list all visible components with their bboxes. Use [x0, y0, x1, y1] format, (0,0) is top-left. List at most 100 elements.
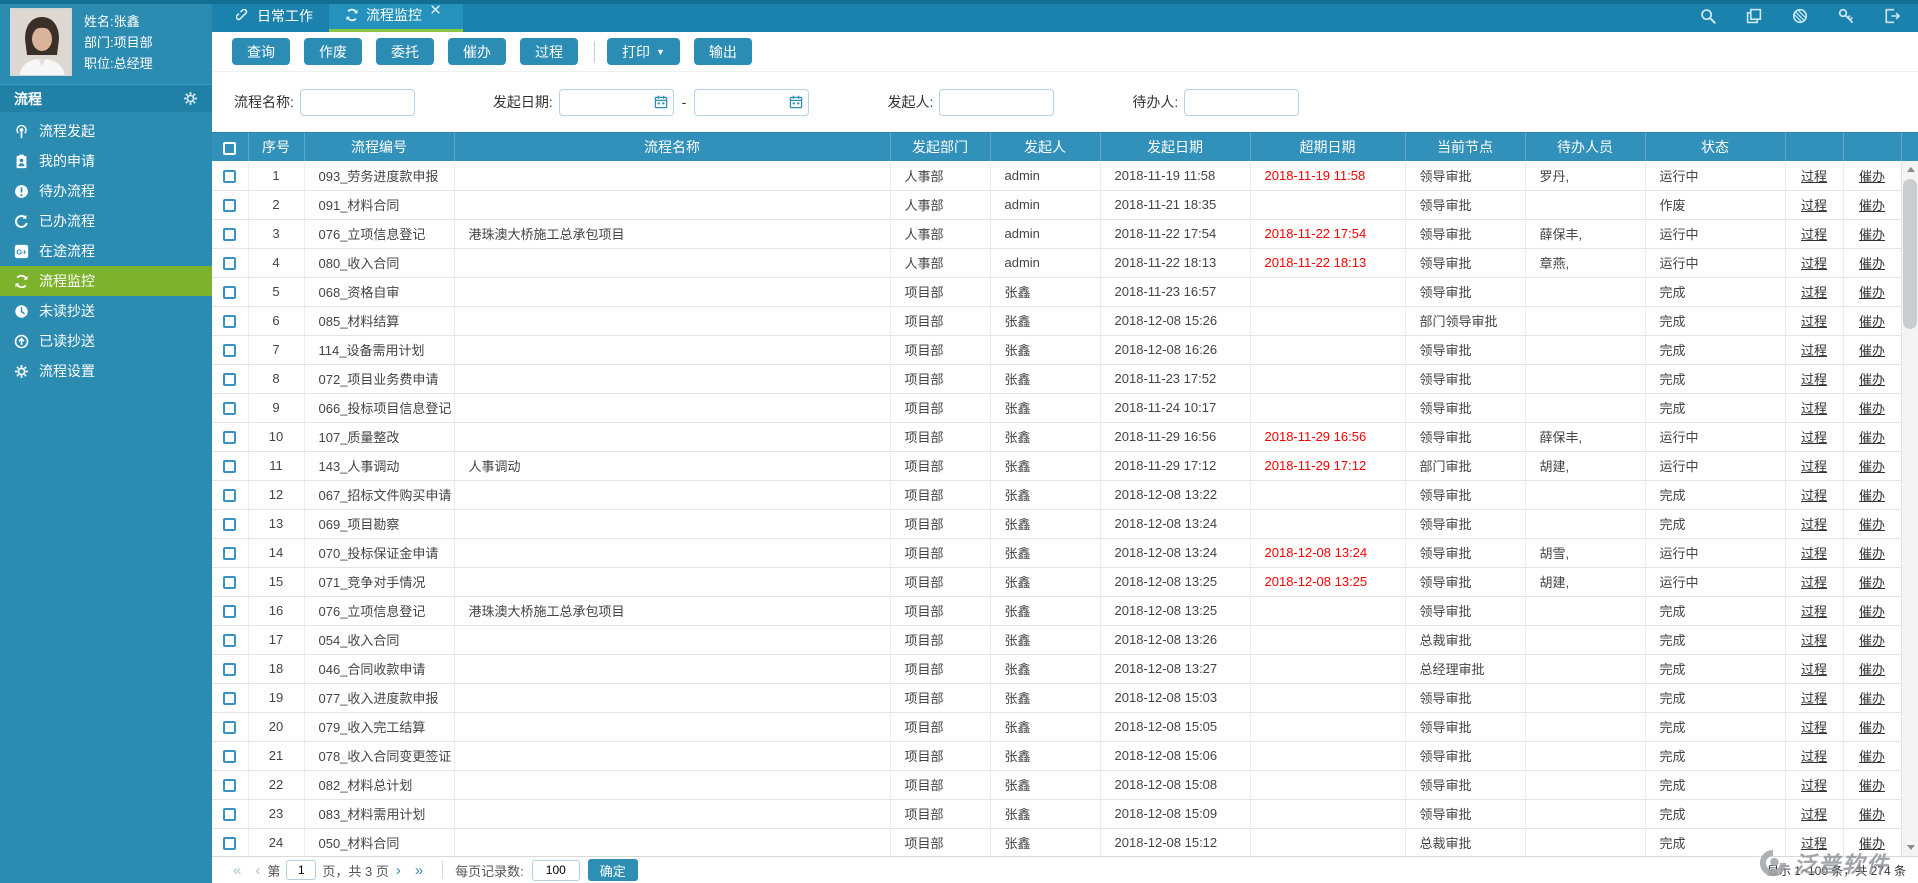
- process-link[interactable]: 过程: [1801, 662, 1827, 677]
- logout-icon[interactable]: [1884, 8, 1900, 24]
- confirm-button[interactable]: 确定: [588, 859, 638, 881]
- row-checkbox[interactable]: [223, 721, 236, 734]
- row-checkbox[interactable]: [223, 576, 236, 589]
- process-link[interactable]: 过程: [1801, 488, 1827, 503]
- row-checkbox[interactable]: [223, 489, 236, 502]
- sidebar-item-7[interactable]: 未读抄送: [0, 296, 212, 326]
- assignee-input[interactable]: [1184, 89, 1299, 116]
- row-checkbox[interactable]: [223, 199, 236, 212]
- process-link[interactable]: 过程: [1801, 546, 1827, 561]
- row-checkbox[interactable]: [223, 257, 236, 270]
- urge-link[interactable]: 催办: [1859, 343, 1885, 358]
- process-link[interactable]: 过程: [1801, 691, 1827, 706]
- row-checkbox[interactable]: [223, 315, 236, 328]
- process-link[interactable]: 过程: [1801, 256, 1827, 271]
- process-link[interactable]: 过程: [1801, 285, 1827, 300]
- row-checkbox[interactable]: [223, 170, 236, 183]
- sidebar-item-6[interactable]: 流程监控: [0, 266, 212, 296]
- start-date-to-input[interactable]: [694, 89, 809, 116]
- print-button[interactable]: 打印 ▼: [607, 38, 680, 65]
- process-link[interactable]: 过程: [1801, 314, 1827, 329]
- row-checkbox[interactable]: [223, 402, 236, 415]
- urge-link[interactable]: 催办: [1859, 720, 1885, 735]
- urge-link[interactable]: 催办: [1859, 778, 1885, 793]
- urge-link[interactable]: 催办: [1859, 488, 1885, 503]
- toolbar-button-2[interactable]: 作废: [304, 38, 362, 65]
- sidebar-item-9[interactable]: 流程设置: [0, 356, 212, 386]
- urge-link[interactable]: 催办: [1859, 517, 1885, 532]
- first-page-button[interactable]: «: [233, 863, 241, 878]
- urge-link[interactable]: 催办: [1859, 256, 1885, 271]
- row-checkbox[interactable]: [223, 344, 236, 357]
- urge-link[interactable]: 催办: [1859, 169, 1885, 184]
- per-page-input[interactable]: [532, 860, 580, 881]
- process-link[interactable]: 过程: [1801, 459, 1827, 474]
- process-link[interactable]: 过程: [1801, 778, 1827, 793]
- tab-2[interactable]: 流程监控: [329, 0, 463, 32]
- process-link[interactable]: 过程: [1801, 807, 1827, 822]
- process-link[interactable]: 过程: [1801, 517, 1827, 532]
- gear-icon[interactable]: [183, 91, 198, 106]
- process-link[interactable]: 过程: [1801, 169, 1827, 184]
- urge-link[interactable]: 催办: [1859, 691, 1885, 706]
- process-link[interactable]: 过程: [1801, 372, 1827, 387]
- last-page-button[interactable]: »: [415, 863, 423, 878]
- urge-link[interactable]: 催办: [1859, 372, 1885, 387]
- page-number-input[interactable]: [286, 860, 316, 880]
- next-page-button[interactable]: ›: [396, 863, 401, 878]
- row-checkbox[interactable]: [223, 808, 236, 821]
- process-link[interactable]: 过程: [1801, 227, 1827, 242]
- select-all-checkbox[interactable]: [223, 142, 236, 155]
- sidebar-item-3[interactable]: 待办流程: [0, 176, 212, 206]
- urge-link[interactable]: 催办: [1859, 807, 1885, 822]
- urge-link[interactable]: 催办: [1859, 575, 1885, 590]
- process-link[interactable]: 过程: [1801, 604, 1827, 619]
- row-checkbox[interactable]: [223, 431, 236, 444]
- tab-1[interactable]: 日常工作: [220, 0, 329, 32]
- process-link[interactable]: 过程: [1801, 720, 1827, 735]
- row-checkbox[interactable]: [223, 634, 236, 647]
- process-link[interactable]: 过程: [1801, 343, 1827, 358]
- process-name-input[interactable]: [300, 89, 415, 116]
- close-icon[interactable]: [431, 5, 440, 14]
- row-checkbox[interactable]: [223, 837, 236, 850]
- scroll-down-arrow[interactable]: [1902, 839, 1918, 856]
- toolbar-button-5[interactable]: 过程: [520, 38, 578, 65]
- urge-link[interactable]: 催办: [1859, 227, 1885, 242]
- urge-link[interactable]: 催办: [1859, 459, 1885, 474]
- search-icon[interactable]: [1700, 8, 1716, 24]
- windows-icon[interactable]: [1746, 8, 1762, 24]
- process-link[interactable]: 过程: [1801, 198, 1827, 213]
- row-checkbox[interactable]: [223, 605, 236, 618]
- key-icon[interactable]: [1838, 8, 1854, 24]
- urge-link[interactable]: 催办: [1859, 285, 1885, 300]
- toolbar-button-1[interactable]: 查询: [232, 38, 290, 65]
- urge-link[interactable]: 催办: [1859, 633, 1885, 648]
- urge-link[interactable]: 催办: [1859, 604, 1885, 619]
- sidebar-item-2[interactable]: 我的申请: [0, 146, 212, 176]
- process-link[interactable]: 过程: [1801, 575, 1827, 590]
- urge-link[interactable]: 催办: [1859, 836, 1885, 851]
- sidebar-item-1[interactable]: 流程发起: [0, 116, 212, 146]
- urge-link[interactable]: 催办: [1859, 430, 1885, 445]
- row-checkbox[interactable]: [223, 692, 236, 705]
- urge-link[interactable]: 催办: [1859, 401, 1885, 416]
- urge-link[interactable]: 催办: [1859, 546, 1885, 561]
- sidebar-item-5[interactable]: G+在途流程: [0, 236, 212, 266]
- row-checkbox[interactable]: [223, 750, 236, 763]
- process-link[interactable]: 过程: [1801, 401, 1827, 416]
- row-checkbox[interactable]: [223, 373, 236, 386]
- row-checkbox[interactable]: [223, 518, 236, 531]
- export-button[interactable]: 输出: [694, 38, 752, 65]
- row-checkbox[interactable]: [223, 779, 236, 792]
- process-link[interactable]: 过程: [1801, 836, 1827, 851]
- urge-link[interactable]: 催办: [1859, 314, 1885, 329]
- theme-icon[interactable]: [1792, 8, 1808, 24]
- row-checkbox[interactable]: [223, 663, 236, 676]
- urge-link[interactable]: 催办: [1859, 662, 1885, 677]
- scrollbar-thumb[interactable]: [1903, 179, 1917, 329]
- sidebar-item-4[interactable]: 已办流程: [0, 206, 212, 236]
- vertical-scrollbar[interactable]: [1901, 161, 1918, 856]
- prev-page-button[interactable]: ‹: [255, 863, 260, 878]
- scroll-up-arrow[interactable]: [1902, 161, 1918, 178]
